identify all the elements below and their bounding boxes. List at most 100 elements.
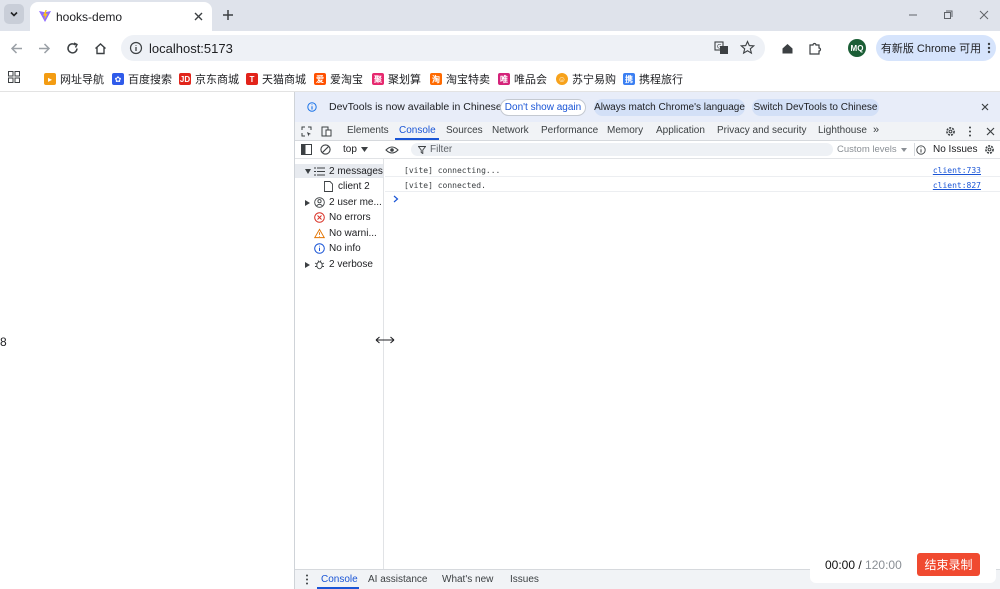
bookmark-item[interactable]: 聚聚划算: [372, 71, 421, 87]
page-number-text: 8: [0, 335, 7, 349]
sidebar-item-verbose[interactable]: 2 verbose: [304, 259, 373, 270]
star-icon[interactable]: [740, 40, 755, 55]
language-infobar: DevTools is now available in Chinese Don…: [295, 92, 1000, 122]
site-info-icon[interactable]: [129, 41, 143, 55]
address-bar[interactable]: localhost:5173 G: [121, 35, 765, 61]
dropdown-triangle-icon: [360, 147, 368, 152]
minimize-button[interactable]: [906, 8, 920, 22]
forward-button[interactable]: [36, 40, 52, 56]
bookmark-item[interactable]: JD 京东商城: [179, 71, 239, 87]
profile-avatar[interactable]: MQ: [848, 39, 866, 57]
tab-console[interactable]: Console: [399, 125, 436, 136]
bookmark-favicon-icon: JD: [179, 73, 191, 85]
log-levels-dropdown[interactable]: Custom levels: [837, 144, 907, 155]
tab-search-button[interactable]: [4, 4, 24, 24]
source-link[interactable]: client:733: [933, 166, 981, 175]
tab-privacy-security[interactable]: Privacy and security: [717, 125, 806, 136]
close-window-button[interactable]: [977, 8, 991, 22]
stop-recording-button[interactable]: 结束录制: [917, 553, 980, 576]
warning-icon: [314, 228, 325, 239]
active-tab-indicator: [395, 138, 439, 140]
user-icon: [314, 197, 325, 208]
browser-tab[interactable]: hooks-demo: [30, 2, 212, 31]
filter-funnel-icon: [418, 146, 426, 154]
console-message: [vite] connecting... client:733: [385, 162, 1000, 177]
tab-application[interactable]: Application: [656, 125, 705, 136]
infobar-message: DevTools is now available in Chinese: [329, 101, 502, 113]
always-match-language-button[interactable]: Always match Chrome's language: [594, 99, 745, 116]
restore-button[interactable]: [941, 8, 955, 22]
resize-cursor-icon[interactable]: [375, 336, 395, 344]
tab-memory[interactable]: Memory: [607, 125, 643, 136]
issues-count[interactable]: No Issues: [933, 144, 977, 155]
close-icon[interactable]: [981, 103, 989, 111]
collapsed-triangle-icon: [304, 197, 311, 208]
drawer-tab-issues[interactable]: Issues: [510, 574, 539, 585]
tab-lighthouse[interactable]: Lighthouse: [818, 125, 867, 136]
reload-button[interactable]: [64, 40, 80, 56]
bookmark-favicon-icon: 聚: [372, 73, 384, 85]
bookmark-item[interactable]: 唯唯品会: [498, 71, 547, 87]
drawer-tab-whats-new[interactable]: What's new: [442, 574, 493, 585]
source-link[interactable]: client:827: [933, 181, 981, 190]
chevron-down-icon: [10, 11, 18, 17]
device-toolbar-icon[interactable]: [321, 126, 332, 137]
context-selector[interactable]: top: [343, 144, 368, 155]
info-icon: [314, 243, 325, 254]
bookmark-item[interactable]: ☺ 苏宁易购: [556, 71, 616, 87]
drawer-tab-console[interactable]: Console: [321, 574, 358, 585]
more-tabs-icon[interactable]: »: [873, 124, 879, 136]
console-prompt-chevron-icon[interactable]: [393, 195, 399, 203]
home-shortcut-button[interactable]: [779, 40, 795, 56]
close-icon[interactable]: [986, 127, 995, 136]
issues-info-icon: [916, 145, 926, 155]
list-icon: [314, 166, 325, 177]
drawer-tab-ai-assistance[interactable]: AI assistance: [368, 574, 427, 585]
bookmark-item[interactable]: 爱爱淘宝: [314, 71, 363, 87]
extensions-button[interactable]: [807, 40, 823, 56]
tab-performance[interactable]: Performance: [541, 125, 598, 136]
apps-button[interactable]: [8, 71, 20, 83]
inspect-element-icon[interactable]: [301, 126, 312, 137]
apps-grid-icon: [8, 71, 20, 83]
bookmark-item[interactable]: 携携程旅行: [623, 71, 683, 87]
bookmark-item[interactable]: ✿ 百度搜索: [112, 71, 172, 87]
tab-sources[interactable]: Sources: [446, 125, 483, 136]
arrow-left-icon: [10, 42, 22, 54]
more-vert-icon: [987, 42, 991, 54]
url-text: localhost:5173: [149, 41, 233, 56]
bookmark-item[interactable]: ▸ 网址导航: [44, 71, 104, 87]
clear-console-icon[interactable]: [320, 144, 331, 155]
sidebar-item-info[interactable]: No info: [314, 243, 361, 254]
console-filter-input[interactable]: Filter: [411, 143, 833, 156]
bookmark-favicon-icon: 爱: [314, 73, 326, 85]
sidebar-item-errors[interactable]: No errors: [314, 212, 371, 223]
puzzle-icon: [809, 42, 822, 55]
sidebar-item-warnings[interactable]: No warni...: [314, 228, 377, 239]
dont-show-again-button[interactable]: Don't show again: [500, 99, 586, 116]
sidebar-toggle-icon[interactable]: [301, 144, 312, 155]
console-settings-gear-icon[interactable]: [984, 144, 995, 155]
more-vert-icon[interactable]: [305, 574, 309, 585]
tab-network[interactable]: Network: [492, 125, 529, 136]
tab-elements[interactable]: Elements: [347, 125, 389, 136]
settings-gear-icon[interactable]: [945, 126, 956, 137]
sidebar-item-messages[interactable]: 2 messages: [304, 166, 383, 177]
new-tab-button[interactable]: [220, 7, 236, 23]
reload-icon: [66, 41, 78, 54]
sidebar-item-client[interactable]: client 2: [323, 181, 370, 192]
eye-icon[interactable]: [385, 145, 399, 155]
sidebar-item-user-messages[interactable]: 2 user me...: [304, 197, 382, 208]
home-button[interactable]: [92, 40, 108, 56]
switch-to-chinese-button[interactable]: Switch DevTools to Chinese: [752, 99, 879, 116]
bookmark-item[interactable]: T 天猫商城: [246, 71, 306, 87]
translate-icon[interactable]: G: [714, 41, 729, 55]
svg-text:G: G: [717, 44, 722, 51]
minimize-icon: [909, 14, 917, 16]
console-log-area: [vite] connecting... client:733 [vite] c…: [385, 159, 1000, 569]
close-tab-button[interactable]: [191, 9, 205, 23]
bookmark-item[interactable]: 淘淘宝特卖: [430, 71, 490, 87]
chrome-update-button[interactable]: 有新版 Chrome 可用: [876, 35, 996, 61]
back-button[interactable]: [8, 40, 24, 56]
more-vert-icon[interactable]: [968, 126, 972, 137]
